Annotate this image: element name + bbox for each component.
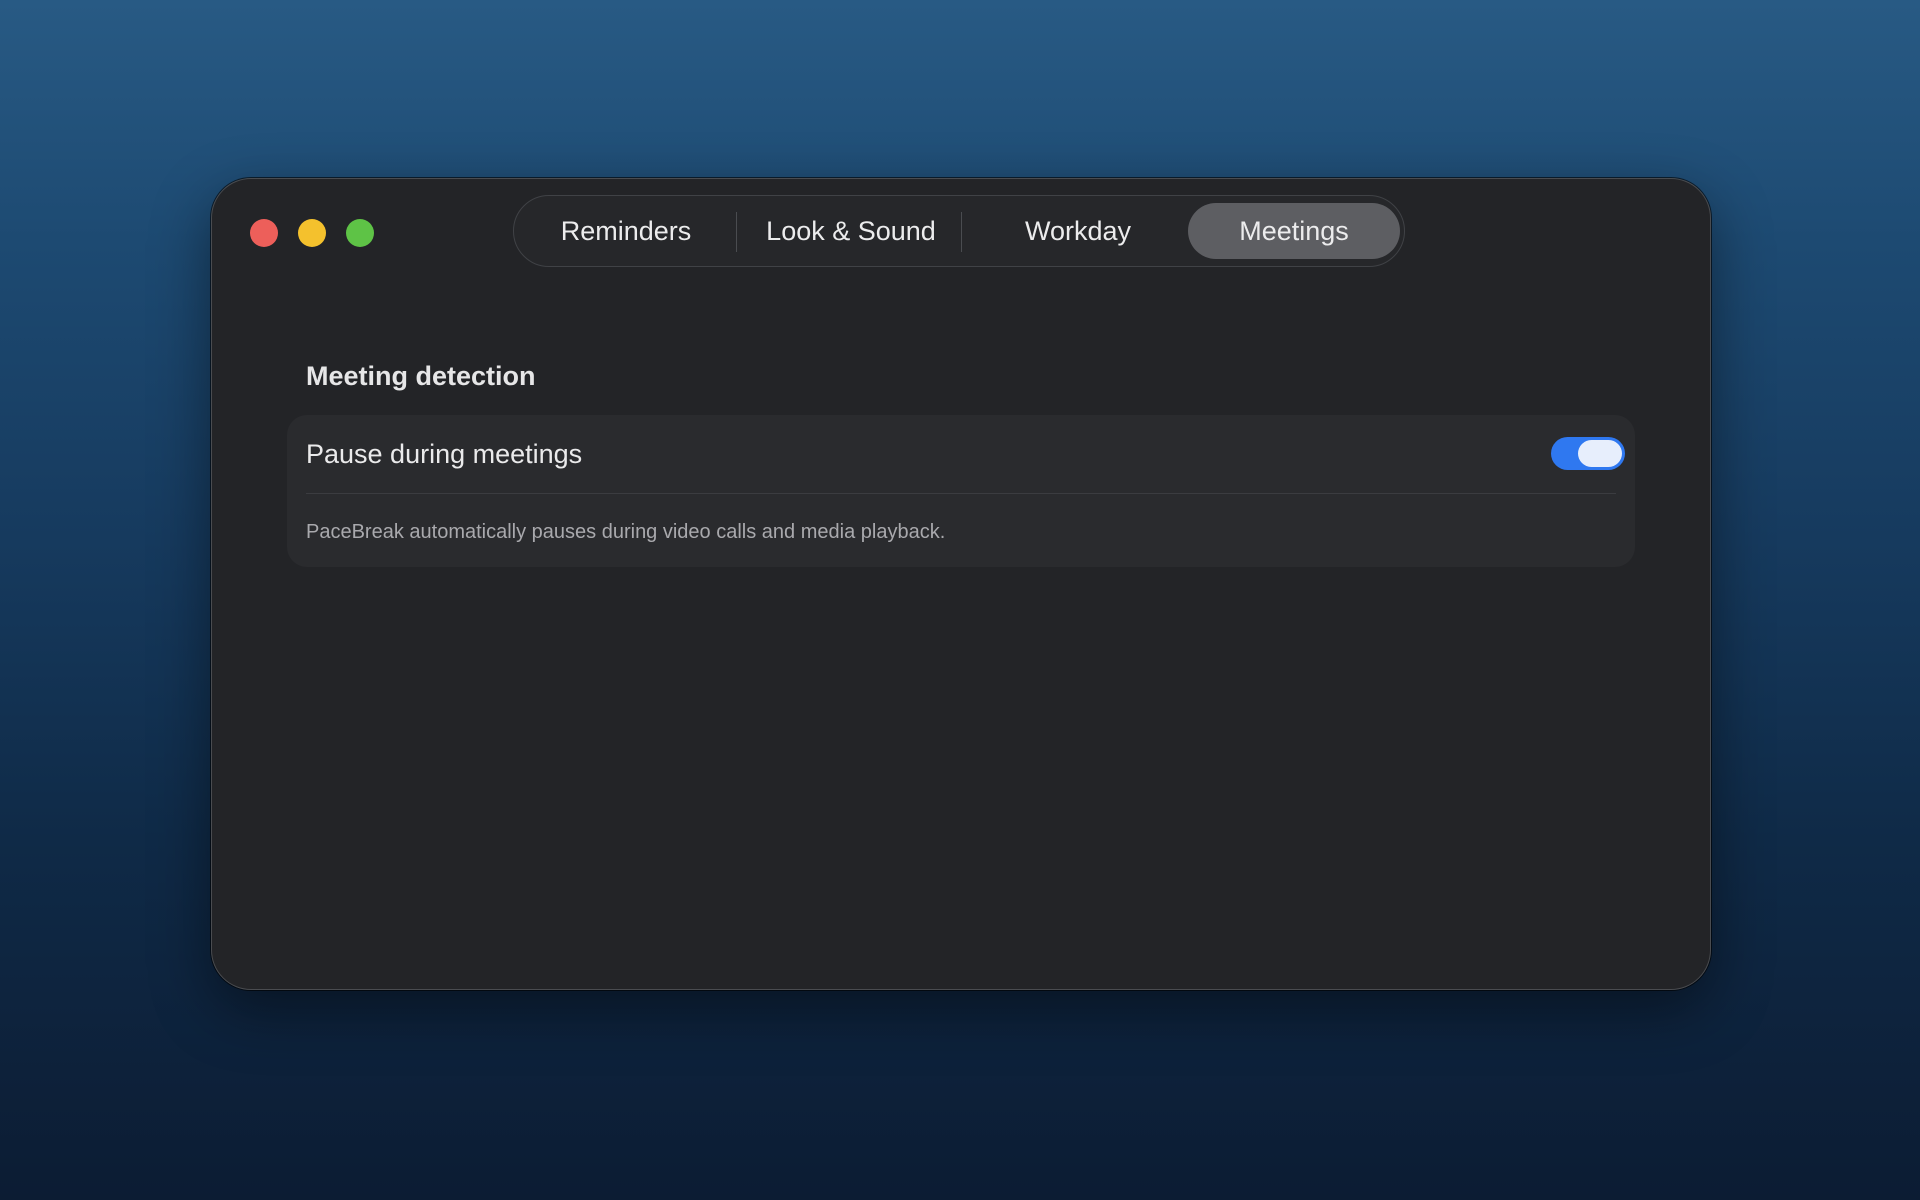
tab-divider [736, 212, 737, 252]
tab-reminders[interactable]: Reminders [522, 203, 730, 259]
pause-during-meetings-label: Pause during meetings [306, 439, 583, 469]
meeting-detection-card: Pause during meetings PaceBreak automati… [287, 415, 1635, 567]
section-title: Meeting detection [306, 361, 536, 391]
tab-meetings[interactable]: Meetings [1188, 203, 1400, 259]
settings-window: Reminders Look & Sound Workday Meetings … [211, 178, 1711, 990]
tab-divider [961, 212, 962, 252]
minimize-button[interactable] [298, 219, 326, 247]
close-button[interactable] [250, 219, 278, 247]
maximize-button[interactable] [346, 219, 374, 247]
pause-during-meetings-toggle[interactable] [1551, 437, 1625, 470]
tab-look-and-sound[interactable]: Look & Sound [742, 203, 960, 259]
toggle-knob [1578, 440, 1622, 467]
tab-workday[interactable]: Workday [968, 203, 1188, 259]
meeting-detection-caption: PaceBreak automatically pauses during vi… [306, 521, 946, 543]
tab-bar: Reminders Look & Sound Workday Meetings [513, 195, 1405, 267]
card-divider [306, 493, 1616, 494]
window-controls [250, 219, 374, 247]
